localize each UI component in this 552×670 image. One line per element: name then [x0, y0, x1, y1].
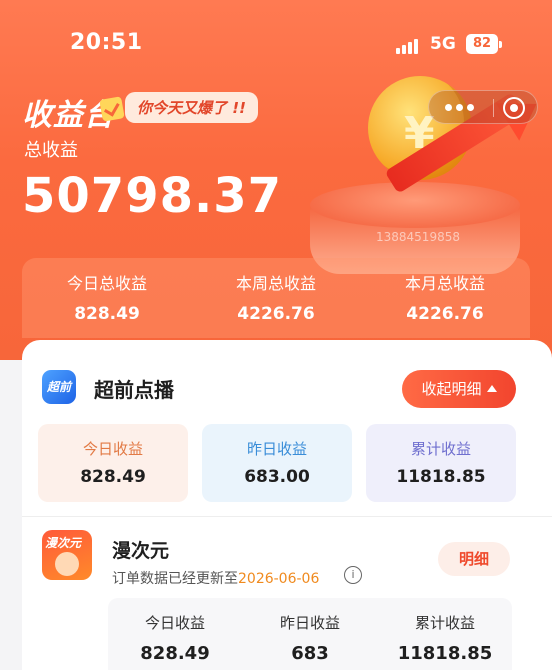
sub-stat-today-value: 828.49: [140, 643, 210, 664]
pedestal-code: 13884519858: [376, 230, 460, 244]
sub-app-logo-text: 漫次元: [45, 536, 82, 550]
sub-stat-yesterday: 昨日收益 683: [243, 612, 377, 664]
sub-app-logo-icon: 漫次元: [42, 530, 92, 580]
summary-month-value: 4226.76: [406, 304, 484, 324]
earnings-card: 超前 超前点播 收起明细 今日收益 828.49 昨日收益 683.00 累计收…: [22, 340, 552, 670]
summary-month-label: 本月总收益: [404, 274, 485, 293]
more-options-icon[interactable]: [445, 104, 479, 112]
sub-stat-cumulative-value: 11818.85: [397, 643, 493, 664]
section-title: 超前点播: [94, 378, 174, 402]
stat-today-value: 828.49: [80, 467, 146, 487]
close-mini-program-icon[interactable]: [503, 97, 525, 119]
signal-icon: [396, 38, 418, 54]
sub-stat-today: 今日收益 828.49: [108, 612, 242, 664]
summary-week: 本周总收益 4226.76: [191, 270, 361, 324]
sub-stat-today-label: 今日收益: [144, 614, 205, 632]
summary-today-label: 今日总收益: [66, 274, 147, 293]
sub-stat-cumulative-label: 累计收益: [414, 614, 475, 632]
capsule-divider: [493, 99, 494, 117]
check-badge-icon: [99, 96, 125, 122]
status-time: 20:51: [70, 30, 143, 55]
info-icon[interactable]: i: [344, 566, 362, 584]
stat-yesterday: 昨日收益 683.00: [202, 424, 352, 502]
details-button[interactable]: 明细: [438, 542, 510, 576]
update-date: 2026-06-06: [238, 571, 320, 587]
summary-month: 本月总收益 4226.76: [360, 270, 530, 324]
hero-header: 20:51 5G 82 13884519858 ¥ 收益台 你今天又爆了 !! …: [0, 0, 552, 360]
summary-today: 今日总收益 828.49: [22, 270, 192, 324]
sub-stat-yesterday-label: 昨日收益: [279, 614, 340, 632]
stat-today-label: 今日收益: [82, 440, 143, 458]
stat-cumulative-label: 累计收益: [410, 440, 471, 458]
stat-yesterday-value: 683.00: [244, 467, 310, 487]
summary-today-value: 828.49: [74, 304, 140, 324]
stat-cumulative: 累计收益 11818.85: [366, 424, 516, 502]
caret-up-icon: [486, 385, 497, 392]
collapse-details-label: 收起明细: [421, 380, 482, 398]
update-notice: 订单数据已经更新至2026-06-06: [112, 568, 319, 588]
sub-stat-yesterday-value: 683: [291, 643, 329, 664]
sub-stat-cumulative: 累计收益 11818.85: [378, 612, 512, 664]
pedestal-top: [310, 182, 520, 228]
status-bar: 20:51 5G 82: [0, 0, 552, 60]
earnings-summary: 今日总收益 828.49 本周总收益 4226.76 本月总收益 4226.76: [22, 258, 530, 338]
update-notice-text: 订单数据已经更新至: [112, 571, 238, 587]
summary-week-label: 本周总收益: [235, 274, 316, 293]
slogan-badge: 你今天又爆了 !!: [125, 92, 258, 123]
battery-icon: 82: [466, 34, 502, 54]
stat-cumulative-value: 11818.85: [396, 467, 486, 487]
sub-app-stats: 今日收益 828.49 昨日收益 683 累计收益 11818.85: [108, 598, 512, 670]
summary-week-value: 4226.76: [237, 304, 315, 324]
total-earnings-label: 总收益: [24, 140, 78, 161]
sub-app-title: 漫次元: [112, 540, 170, 562]
mini-program-capsule[interactable]: [428, 90, 538, 124]
section-divider: [22, 516, 552, 517]
app-logo-icon: 超前: [42, 370, 76, 404]
stat-today: 今日收益 828.49: [38, 424, 188, 502]
collapse-details-button[interactable]: 收起明细: [402, 370, 516, 408]
stat-yesterday-label: 昨日收益: [246, 440, 307, 458]
total-earnings-value: 50798.37: [22, 168, 283, 224]
network-type: 5G: [430, 34, 456, 54]
mascot-face-icon: [55, 552, 79, 576]
